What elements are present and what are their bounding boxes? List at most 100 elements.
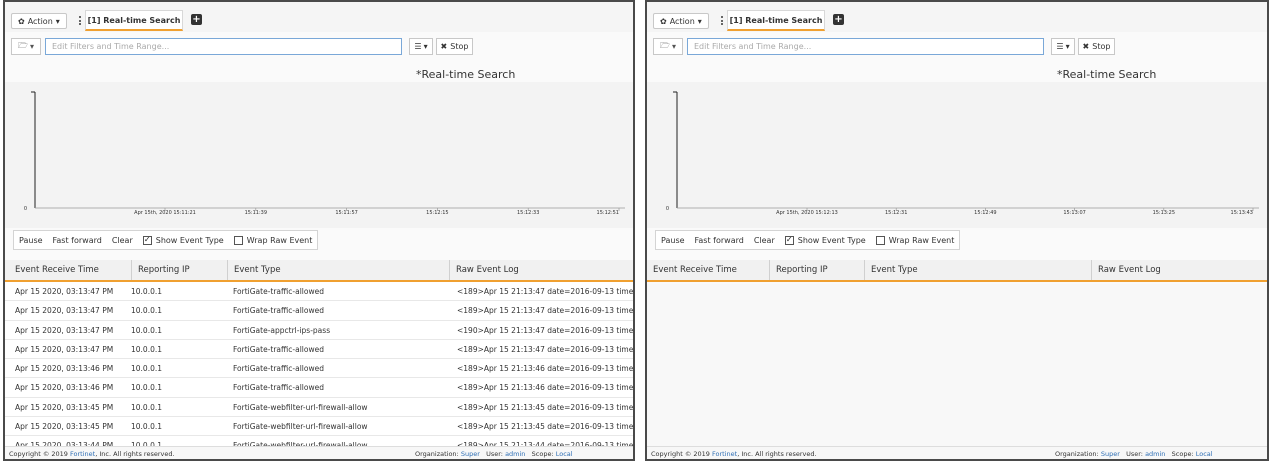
toolbar: 🗁▾ ☰▾ ✖ Stop [647,38,1267,60]
cell-reporting-ip: 10.0.0.1 [131,364,163,374]
x-tick-label: 15:13:07 [1063,210,1085,216]
user-label: User: [1126,450,1143,458]
show-event-type-toggle[interactable]: ✓ Show Event Type [780,231,871,249]
fortinet-link[interactable]: Fortinet [70,450,95,458]
tab-real-time-search[interactable]: [1] Real-time Search [85,10,183,31]
copyright-suffix: , Inc. All rights reserved. [737,450,817,458]
cell-event-type: FortiGate-traffic-allowed [233,287,324,296]
clear-button[interactable]: Clear [107,231,138,249]
cell-raw-event-log: <189>Apr 15 21:13:46 date=2016-09-13 tim… [457,383,633,393]
fortinet-link[interactable]: Fortinet [712,450,737,458]
footer: Copyright © 2019 Fortinet, Inc. All righ… [647,446,1267,459]
drag-handle-icon[interactable] [721,16,723,25]
column-header-reporting-ip[interactable]: Reporting IP [131,260,190,280]
fast-forward-button[interactable]: Fast forward [690,231,749,249]
table-row[interactable]: Apr 15 2020, 03:13:46 PM 10.0.0.1 FortiGat… [5,378,633,398]
checkbox-unchecked-icon[interactable] [875,235,885,245]
org-value[interactable]: Super [1101,450,1120,458]
x-tick-label: 15:13:25 [1153,210,1175,216]
column-header-event-receive-time[interactable]: Event Receive Time [653,260,737,280]
filter-input[interactable] [687,38,1044,55]
column-header-reporting-ip[interactable]: Reporting IP [769,260,828,280]
table-row[interactable]: Apr 15 2020, 03:13:45 PM 10.0.0.1 FortiGat… [5,397,633,418]
empty-table-area [647,284,1267,446]
cell-reporting-ip: 10.0.0.1 [131,383,163,393]
table-row[interactable]: Apr 15 2020, 03:13:45 PM 10.0.0.1 FortiGat… [5,417,633,437]
x-tick-label: Apr 15th, 2020 15:11:21 [134,210,196,216]
list-icon: ☰ [1056,42,1064,51]
checkbox-unchecked-icon[interactable] [233,235,243,245]
pause-button[interactable]: Pause [656,231,690,249]
plus-icon[interactable]: + [833,14,844,25]
table-row[interactable]: Apr 15 2020, 03:13:46 PM 10.0.0.1 FortiGat… [5,359,633,379]
plus-icon[interactable]: + [191,14,202,25]
filter-input[interactable] [45,38,402,55]
pause-button[interactable]: Pause [14,231,48,249]
tab-bar: ✿ Action ▾ [1] Real-time Search + [647,2,1267,32]
search-title: *Real-time Search [416,68,516,81]
cell-event-type: FortiGate-appctrl-ips-pass [233,325,331,335]
cell-reporting-ip: 10.0.0.1 [131,402,163,412]
column-header-event-type[interactable]: Event Type [227,260,281,280]
folder-open-icon: 🗁 [18,40,28,50]
events-table: Event Receive Time Reporting IP Event Ty… [5,260,633,456]
user-value[interactable]: admin [1145,450,1165,458]
scope-value[interactable]: Local [556,450,573,458]
table-row[interactable]: Apr 15 2020, 03:13:47 PM 10.0.0.1 FortiGat… [5,301,633,321]
x-tick-label: 15:12:33 [517,210,539,216]
event-chart-svg: 0 Apr 15th, 2020 15:12:13 15:12:31 15:12:49… [666,91,1259,216]
stop-button[interactable]: ✖ Stop [436,38,473,55]
folder-menu-button[interactable]: 🗁 ▾ [653,38,683,55]
x-tick-label: 15:11:39 [245,210,267,216]
wrap-raw-event-toggle[interactable]: Wrap Raw Event [229,231,318,249]
column-header-raw-event-log[interactable]: Raw Event Log [449,260,519,280]
columns-menu-button[interactable]: ☰ ▾ [409,38,433,55]
right-search-panel: ✿ Action ▾ [1] Real-time Search + 🗁▾ ☰▾ … [645,0,1269,461]
checkbox-checked-icon[interactable]: ✓ [142,235,152,245]
column-header-event-receive-time[interactable]: Event Receive Time [15,260,99,280]
x-tick-label: 15:12:15 [426,210,448,216]
event-chart-svg: 0 Apr 15th, 2020 15:11:21 15:11:39 15:11:57… [24,91,625,216]
checkbox-checked-icon[interactable]: ✓ [784,235,794,245]
table-row[interactable]: Apr 15 2020, 03:13:47 PM 10.0.0.1 FortiGat… [5,282,633,302]
column-header-raw-event-log[interactable]: Raw Event Log [1091,260,1161,280]
table-header: Event Receive Time Reporting IP Event Ty… [5,260,633,282]
x-tick-label: 15:11:57 [335,210,357,216]
copyright-text: Copyright © 2019 Fortinet, Inc. All righ… [651,450,817,458]
stop-button[interactable]: ✖ Stop [1078,38,1115,55]
action-menu-button[interactable]: ✿ Action ▾ [11,13,67,29]
tab-real-time-search[interactable]: [1] Real-time Search [727,10,825,31]
copyright-suffix: , Inc. All rights reserved. [95,450,175,458]
cell-event-receive-time: Apr 15 2020, 03:13:47 PM [15,344,114,354]
user-value[interactable]: admin [505,450,525,458]
scope-label: Scope: [531,450,554,458]
events-table: Event Receive Time Reporting IP Event Ty… [647,260,1267,282]
org-value[interactable]: Super [461,450,480,458]
table-row[interactable]: Apr 15 2020, 03:13:47 PM 10.0.0.1 FortiGat… [5,339,633,360]
action-label: Action [27,16,53,26]
session-info: Organization: Super User: admin Scope: L… [415,450,573,458]
table-row[interactable]: Apr 15 2020, 03:13:47 PM 10.0.0.1 FortiGat… [5,320,633,340]
wrap-raw-event-toggle[interactable]: Wrap Raw Event [871,231,960,249]
folder-menu-button[interactable]: 🗁 ▾ [11,38,41,55]
clear-button[interactable]: Clear [749,231,780,249]
close-icon: ✖ [440,42,448,51]
drag-handle-icon[interactable] [79,16,81,25]
gear-icon: ✿ [660,16,667,26]
caret-down-icon: ▾ [423,42,428,51]
user-label: User: [486,450,503,458]
column-header-event-type[interactable]: Event Type [864,260,918,280]
columns-menu-button[interactable]: ☰ ▾ [1051,38,1075,55]
show-event-type-toggle[interactable]: ✓ Show Event Type [138,231,229,249]
cell-reporting-ip: 10.0.0.1 [131,325,163,335]
scope-value[interactable]: Local [1196,450,1213,458]
stop-label: Stop [450,42,469,51]
org-label: Organization: [415,450,459,458]
cell-event-type: FortiGate-traffic-allowed [233,364,324,374]
cell-event-type: FortiGate-webfilter-url-firewall-allow [233,422,368,432]
table-header: Event Receive Time Reporting IP Event Ty… [647,260,1267,282]
x-tick-label: 15:12:49 [974,210,996,216]
action-menu-button[interactable]: ✿ Action ▾ [653,13,709,29]
fast-forward-button[interactable]: Fast forward [48,231,107,249]
cell-event-receive-time: Apr 15 2020, 03:13:47 PM [15,287,114,296]
